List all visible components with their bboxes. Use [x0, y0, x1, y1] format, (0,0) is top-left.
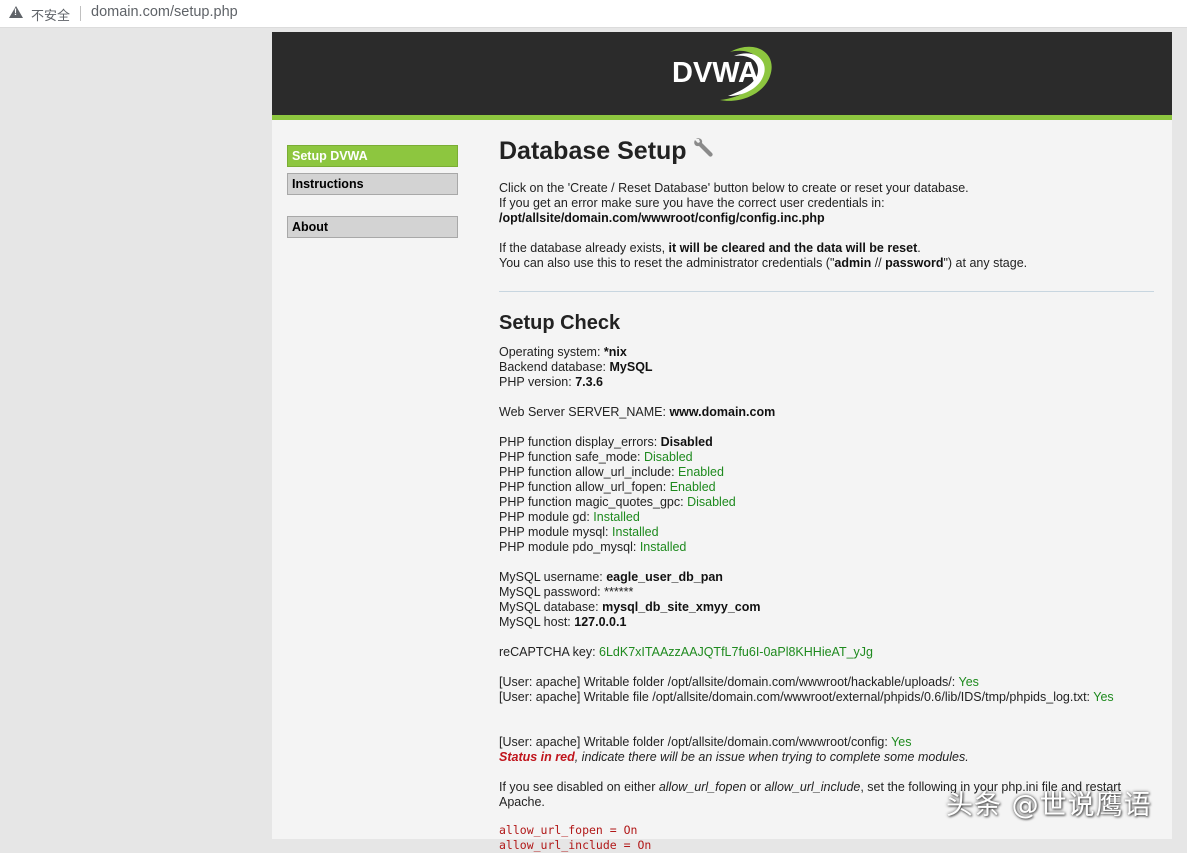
warning-icon[interactable] [9, 6, 23, 18]
writable-config-row: [User: apache] Writable folder /opt/alls… [499, 735, 912, 749]
address-bar[interactable]: 不安全 domain.com/setup.php [0, 0, 1187, 28]
page-title: Database Setup [499, 134, 1154, 168]
intro-line-1: Click on the 'Create / Reset Database' b… [499, 181, 969, 195]
function-row: PHP function magic_quotes_gpc: Disabled [499, 495, 736, 509]
module-row: PHP module gd: Installed [499, 510, 640, 524]
dvwa-logo: DVWA [672, 46, 772, 101]
writable-phpids-row: [User: apache] Writable file /opt/allsit… [499, 690, 1114, 704]
wrench-icon [693, 138, 713, 157]
db-row: Backend database: MySQL [499, 360, 653, 374]
svg-text:DVWA: DVWA [672, 57, 759, 89]
code-line-include: allow_url_include = On [499, 838, 652, 852]
setup-check-title: Setup Check [499, 312, 621, 334]
recaptcha-row: reCAPTCHA key: 6LdK7xITAAzzAAJQTfL7fu6I-… [499, 645, 873, 659]
mysql-host-row: MySQL host: 127.0.0.1 [499, 615, 627, 629]
module-row: PHP module pdo_mysql: Installed [499, 540, 687, 554]
code-line-fopen: allow_url_fopen = On [499, 823, 638, 837]
intro-line-2: If you get an error make sure you have t… [499, 196, 885, 210]
mysql-database-row: MySQL database: mysql_db_site_xmyy_com [499, 600, 761, 614]
module-row: PHP module mysql: Installed [499, 525, 659, 539]
server-name-row: Web Server SERVER_NAME: www.domain.com [499, 405, 776, 419]
menu-item-instructions[interactable]: Instructions [287, 173, 458, 195]
header-banner: DVWA [272, 32, 1172, 120]
intro-line-3: If the database already exists, it will … [499, 241, 921, 255]
writable-uploads-row: [User: apache] Writable folder /opt/alls… [499, 675, 979, 689]
watermark: 头条 @世说鹰语 [946, 790, 1152, 821]
status-note: Status in red, indicate there will be an… [499, 750, 969, 764]
side-menu: Setup DVWA Instructions About [287, 145, 458, 244]
menu-item-setup-dvwa[interactable]: Setup DVWA [287, 145, 458, 167]
mysql-username-row: MySQL username: eagle_user_db_pan [499, 570, 723, 584]
php-version-row: PHP version: 7.3.6 [499, 375, 604, 389]
main-content: Database Setup Click on the 'Create / Re… [499, 134, 1154, 853]
url-text[interactable]: domain.com/setup.php [91, 4, 238, 20]
function-row: PHP function display_errors: Disabled [499, 435, 713, 449]
divider [80, 6, 81, 21]
intro-line-4: You can also use this to reset the admin… [499, 256, 1028, 270]
config-path: /opt/allsite/domain.com/wwwroot/config/c… [499, 211, 825, 225]
mysql-password-row: MySQL password: ****** [499, 585, 634, 599]
section-divider [499, 291, 1154, 292]
page-title-text: Database Setup [499, 137, 687, 165]
function-row: PHP function allow_url_fopen: Enabled [499, 480, 716, 494]
menu-gap [287, 201, 458, 216]
insecure-label[interactable]: 不安全 [31, 5, 70, 24]
menu-item-about[interactable]: About [287, 216, 458, 238]
function-row: PHP function allow_url_include: Enabled [499, 465, 724, 479]
os-row: Operating system: *nix [499, 345, 627, 359]
page-container: DVWA Setup DVWA Instructions About Datab… [272, 32, 1172, 852]
function-row: PHP function safe_mode: Disabled [499, 450, 693, 464]
